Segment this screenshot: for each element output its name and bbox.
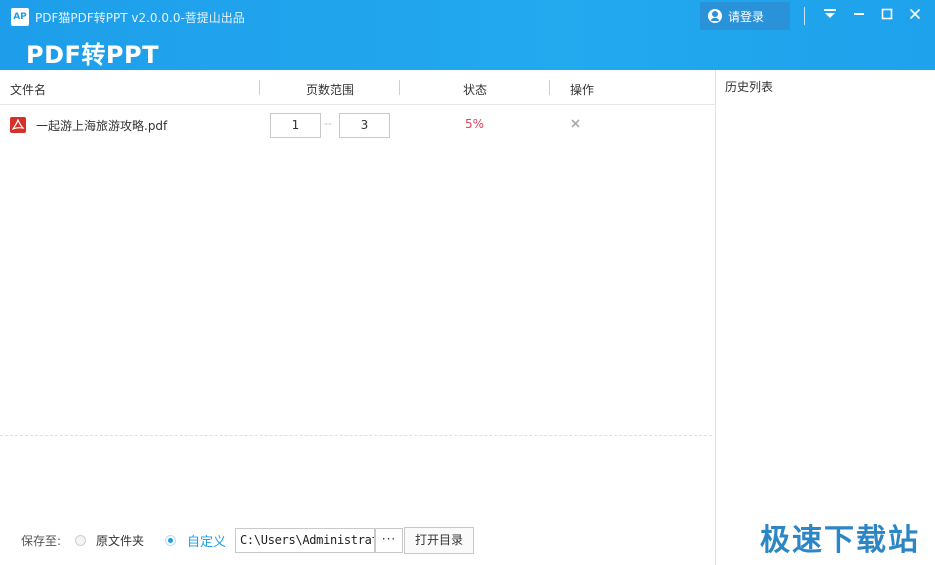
- app-heading: PDF转PPT: [26, 41, 159, 69]
- app-icon: AP: [11, 8, 29, 26]
- menu-dropdown-icon: [824, 9, 836, 18]
- minimize-button[interactable]: [845, 2, 873, 26]
- window-title: PDF猫PDF转PPT v2.0.0.0-菩提山出品: [35, 11, 245, 25]
- column-divider: [399, 80, 400, 95]
- close-window-button[interactable]: [901, 2, 929, 26]
- file-name: 一起游上海旅游攻略.pdf: [36, 119, 168, 133]
- browse-button[interactable]: ···: [375, 528, 403, 553]
- column-divider: [259, 80, 260, 95]
- user-icon: [708, 9, 722, 23]
- save-to-label: 保存至:: [21, 534, 62, 548]
- maximize-button[interactable]: [873, 2, 901, 26]
- column-header-action: 操作: [570, 83, 595, 97]
- file-table-header: 文件名 页数范围 状态 操作: [0, 70, 715, 105]
- radio-custom-folder[interactable]: [165, 535, 176, 546]
- close-icon: [909, 8, 921, 20]
- table-row: 一起游上海旅游攻略.pdf 1 -- 3 5%: [0, 106, 715, 144]
- history-list-title: 历史列表: [725, 80, 774, 94]
- page-range-separator: --: [324, 117, 332, 130]
- maximize-icon: [881, 8, 893, 20]
- column-divider: [549, 80, 550, 95]
- output-path-input[interactable]: C:\Users\Administrator: [235, 528, 375, 553]
- column-header-status: 状态: [463, 83, 488, 97]
- open-directory-button[interactable]: 打开目录: [404, 527, 474, 554]
- option-custom-label[interactable]: 自定义: [187, 531, 226, 550]
- title-bar: AP PDF猫PDF转PPT v2.0.0.0-菩提山出品 PDF转PPT 请登…: [0, 0, 935, 70]
- option-original-folder-label[interactable]: 原文件夹: [96, 532, 144, 549]
- login-button[interactable]: 请登录: [700, 2, 790, 30]
- login-label: 请登录: [728, 9, 765, 24]
- close-icon[interactable]: [571, 118, 581, 130]
- page-from-input[interactable]: 1: [270, 113, 321, 138]
- pdf-file-icon: [10, 117, 26, 133]
- column-header-filename: 文件名: [10, 83, 47, 97]
- watermark-logo: 极速下载站: [760, 523, 920, 558]
- column-header-page-range: 页数范围: [306, 83, 355, 97]
- minimize-icon: [854, 13, 864, 15]
- menu-dropdown-button[interactable]: [816, 2, 844, 26]
- panel-divider: [715, 70, 716, 565]
- radio-original-folder[interactable]: [75, 535, 86, 546]
- page-to-input[interactable]: 3: [339, 113, 390, 138]
- header-divider: [804, 7, 805, 25]
- conversion-status: 5%: [465, 117, 485, 131]
- drop-area-divider: [0, 435, 712, 436]
